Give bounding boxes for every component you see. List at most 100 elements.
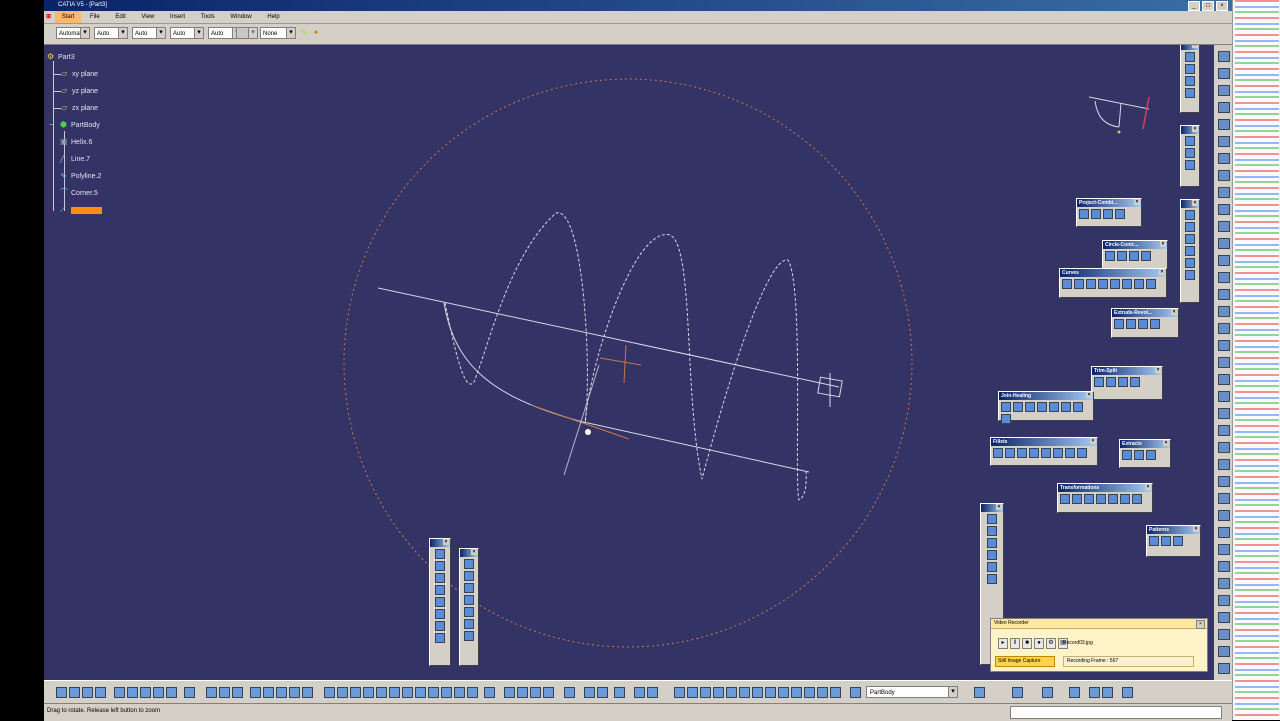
axis-to-axis-icon[interactable] xyxy=(1120,494,1130,504)
projection-icon[interactable] xyxy=(1079,209,1089,219)
toolbar-icon[interactable] xyxy=(1218,510,1230,521)
tree-item-partbody[interactable]: − ⬢ PartBody xyxy=(49,120,100,132)
shading-icon[interactable] xyxy=(1185,160,1195,170)
record-icon[interactable]: ● xyxy=(1034,638,1044,649)
variable-fillet-icon[interactable] xyxy=(1017,448,1027,458)
swap-visible-icon[interactable] xyxy=(467,687,478,698)
catalog-btn-icon[interactable] xyxy=(302,687,313,698)
formula-btn-icon[interactable] xyxy=(289,687,300,698)
format-painter-icon[interactable]: ✎ xyxy=(299,28,309,38)
axis-icon[interactable] xyxy=(700,687,711,698)
toolbar-icon[interactable] xyxy=(1218,612,1230,623)
compass-btn-icon[interactable] xyxy=(791,687,802,698)
maximize-button[interactable]: □ xyxy=(1202,1,1214,11)
multi-view-icon[interactable] xyxy=(415,687,426,698)
toolbar-icon[interactable] xyxy=(1218,357,1230,368)
disassemble-icon[interactable] xyxy=(1130,377,1140,387)
paste-icon[interactable] xyxy=(140,687,151,698)
view-icon[interactable] xyxy=(1185,52,1195,62)
toolbar-icon[interactable] xyxy=(1218,187,1230,198)
boundary-extract-icon[interactable] xyxy=(1122,450,1132,460)
edge-fillet-icon[interactable] xyxy=(1005,448,1015,458)
toolbar-icon[interactable] xyxy=(1218,374,1230,385)
3d-viewport[interactable]: ⚙ Part3 ▱ xy plane ▱ yz plane ▱ zx plane − ⬢ P… xyxy=(44,45,1214,680)
toolbar-icon[interactable] xyxy=(1218,289,1230,300)
material-btn-icon[interactable] xyxy=(276,687,287,698)
plane-tool-icon[interactable] xyxy=(464,583,474,593)
work-object-combo[interactable]: PartBody xyxy=(866,686,958,698)
update-icon[interactable] xyxy=(484,687,495,698)
toolbar-icon[interactable] xyxy=(1218,204,1230,215)
chordal-fillet-icon[interactable] xyxy=(1029,448,1039,458)
user-pattern-icon[interactable] xyxy=(1173,536,1183,546)
rotate-icon[interactable] xyxy=(1072,494,1082,504)
untrim-surface-icon[interactable] xyxy=(1037,402,1047,412)
rolling-offset-icon[interactable] xyxy=(1146,279,1156,289)
rotate-icon[interactable] xyxy=(363,687,374,698)
construction-icon[interactable] xyxy=(530,687,541,698)
wireframe-icon[interactable] xyxy=(674,687,685,698)
toolbar-icon[interactable] xyxy=(1218,476,1230,487)
toolbar-icon[interactable] xyxy=(1218,255,1230,266)
copy-icon[interactable] xyxy=(127,687,138,698)
toolbar-icon[interactable] xyxy=(1218,238,1230,249)
corner-tool-icon[interactable] xyxy=(1117,251,1127,261)
point-icon[interactable] xyxy=(464,559,474,569)
rectangular-pattern-icon[interactable] xyxy=(1149,536,1159,546)
zoom-in-icon[interactable] xyxy=(376,687,387,698)
collapse-toggle-icon[interactable]: − xyxy=(49,121,57,129)
front-view-icon[interactable] xyxy=(713,687,724,698)
toolbar-icon[interactable] xyxy=(1218,136,1230,147)
line-weight-combo[interactable]: Auto xyxy=(132,27,166,39)
lights-icon[interactable] xyxy=(1185,148,1195,158)
menu-edit[interactable]: Edit xyxy=(108,11,132,23)
trim-icon[interactable] xyxy=(1106,377,1116,387)
circle-icon[interactable] xyxy=(1105,251,1115,261)
toolbar-icon[interactable] xyxy=(1218,561,1230,572)
menu-help[interactable]: Help xyxy=(260,11,286,23)
close-button[interactable]: × xyxy=(1216,1,1228,11)
toolbar-icon[interactable] xyxy=(1218,170,1230,181)
spline-icon[interactable] xyxy=(1062,279,1072,289)
tree-item-sweep-selected[interactable]: ⟋ Sweep.1 xyxy=(60,205,103,217)
extract-tool-icon[interactable] xyxy=(1134,450,1144,460)
analysis-btn-icon[interactable] xyxy=(263,687,274,698)
stop-icon[interactable]: ■ xyxy=(1022,638,1032,649)
grid-icon[interactable] xyxy=(517,687,528,698)
toolbar-icon[interactable] xyxy=(1218,425,1230,436)
toolbar-icon[interactable] xyxy=(1218,544,1230,555)
pan-icon[interactable] xyxy=(350,687,361,698)
tree-item-yz-plane[interactable]: ▱ yz plane xyxy=(53,86,98,98)
shading-icon[interactable] xyxy=(441,687,452,698)
toolbar-icon[interactable] xyxy=(1218,646,1230,657)
render-icon[interactable] xyxy=(1185,136,1195,146)
fx-icon[interactable] xyxy=(1069,687,1080,698)
toolbar-icon[interactable] xyxy=(1218,595,1230,606)
toolbar-icon[interactable] xyxy=(1218,85,1230,96)
cut-icon[interactable] xyxy=(114,687,125,698)
cylinder-icon[interactable] xyxy=(1150,319,1160,329)
symmetry-icon[interactable] xyxy=(1084,494,1094,504)
sweep-tool-icon[interactable] xyxy=(435,561,445,571)
projection-tool-icon[interactable] xyxy=(464,619,474,629)
menu-tools[interactable]: Tools xyxy=(194,11,222,23)
filter-icon[interactable] xyxy=(830,687,841,698)
toolbar-icon[interactable] xyxy=(1218,119,1230,130)
geometry-canvas[interactable] xyxy=(44,45,1214,680)
catia-app-icon[interactable]: ⊞ xyxy=(44,11,53,23)
scaling-icon[interactable] xyxy=(1096,494,1106,504)
extrude-icon[interactable] xyxy=(1114,319,1124,329)
pause-icon[interactable]: ‖ xyxy=(1010,638,1020,649)
toolbar-icon[interactable] xyxy=(1218,68,1230,79)
isoparametric-icon[interactable] xyxy=(1122,279,1132,289)
constraint-icon[interactable] xyxy=(543,687,554,698)
untrim-icon[interactable] xyxy=(1118,377,1128,387)
split-icon[interactable] xyxy=(1094,377,1104,387)
menu-file[interactable]: File xyxy=(83,11,107,23)
toolbar-icon[interactable] xyxy=(1218,442,1230,453)
toolbar-icon[interactable] xyxy=(1218,663,1230,674)
styling-fillet-icon[interactable] xyxy=(1041,448,1051,458)
multiple-extract-icon[interactable] xyxy=(1073,402,1083,412)
zoom-box-icon[interactable] xyxy=(634,687,645,698)
settings-icon[interactable]: ⚙ xyxy=(1046,638,1056,649)
